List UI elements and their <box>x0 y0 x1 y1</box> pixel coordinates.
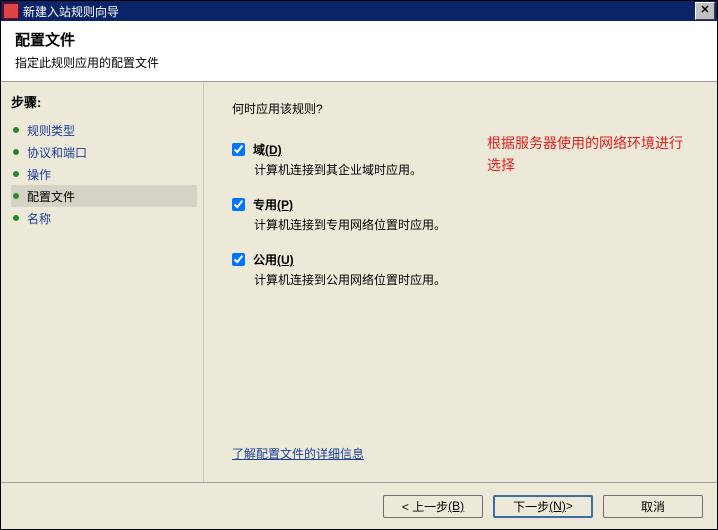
option-desc: 计算机连接到公用网络位置时应用。 <box>254 271 697 288</box>
header: 配置文件 指定此规则应用的配置文件 <box>1 21 717 82</box>
question-text: 何时应用该规则? <box>232 100 697 117</box>
checkbox-private[interactable] <box>232 198 245 211</box>
option-public: 公用(U) 计算机连接到公用网络位置时应用。 <box>232 251 697 288</box>
title-bar: 新建入站规则向导 ✕ <box>1 1 717 21</box>
window-title: 新建入站规则向导 <box>23 3 695 20</box>
sidebar-item-name[interactable]: 名称 <box>11 207 197 229</box>
option-label: 公用(U) <box>253 251 294 268</box>
sidebar-item-label: 规则类型 <box>27 122 75 139</box>
wizard-window: 新建入站规则向导 ✕ 配置文件 指定此规则应用的配置文件 步骤: 规则类型 协议… <box>0 0 718 530</box>
checkbox-domain[interactable] <box>232 143 245 156</box>
sidebar-item-label: 协议和端口 <box>27 144 87 161</box>
option-label: 专用(P) <box>253 196 293 213</box>
back-button[interactable]: < 上一步(B) <box>383 495 483 518</box>
option-private: 专用(P) 计算机连接到专用网络位置时应用。 <box>232 196 697 233</box>
sidebar-item-label: 操作 <box>27 166 51 183</box>
bullet-icon <box>13 171 19 177</box>
button-bar: < 上一步(B) 下一步(N) > 取消 <box>1 482 717 529</box>
annotation-text: 根据服务器使用的网络环境进行选择 <box>487 132 687 177</box>
main-panel: 何时应用该规则? 域(D) 计算机连接到其企业域时应用。 专用(P) 计算机连接… <box>204 82 717 482</box>
sidebar-item-label: 名称 <box>27 210 51 227</box>
bullet-icon <box>13 149 19 155</box>
steps-heading: 步骤: <box>11 92 197 111</box>
bullet-icon <box>13 127 19 133</box>
page-title: 配置文件 <box>15 29 703 50</box>
sidebar-item-profile[interactable]: 配置文件 <box>11 185 197 207</box>
sidebar-item-protocol-port[interactable]: 协议和端口 <box>11 141 197 163</box>
checkbox-public[interactable] <box>232 253 245 266</box>
sidebar: 步骤: 规则类型 协议和端口 操作 配置文件 名称 <box>1 82 204 482</box>
app-icon <box>3 3 19 19</box>
cancel-button[interactable]: 取消 <box>603 495 703 518</box>
bullet-icon <box>13 193 19 199</box>
body: 步骤: 规则类型 协议和端口 操作 配置文件 名称 何时应用该规则? 域(D) … <box>1 82 717 482</box>
option-label: 域(D) <box>253 141 282 158</box>
option-desc: 计算机连接到专用网络位置时应用。 <box>254 216 697 233</box>
sidebar-item-label: 配置文件 <box>27 188 75 205</box>
step-list: 规则类型 协议和端口 操作 配置文件 名称 <box>11 119 197 229</box>
learn-more-link[interactable]: 了解配置文件的详细信息 <box>232 445 364 462</box>
close-icon[interactable]: ✕ <box>695 2 715 20</box>
sidebar-item-rule-type[interactable]: 规则类型 <box>11 119 197 141</box>
next-button[interactable]: 下一步(N) > <box>493 495 593 518</box>
sidebar-item-action[interactable]: 操作 <box>11 163 197 185</box>
bullet-icon <box>13 215 19 221</box>
page-subtitle: 指定此规则应用的配置文件 <box>15 54 703 71</box>
